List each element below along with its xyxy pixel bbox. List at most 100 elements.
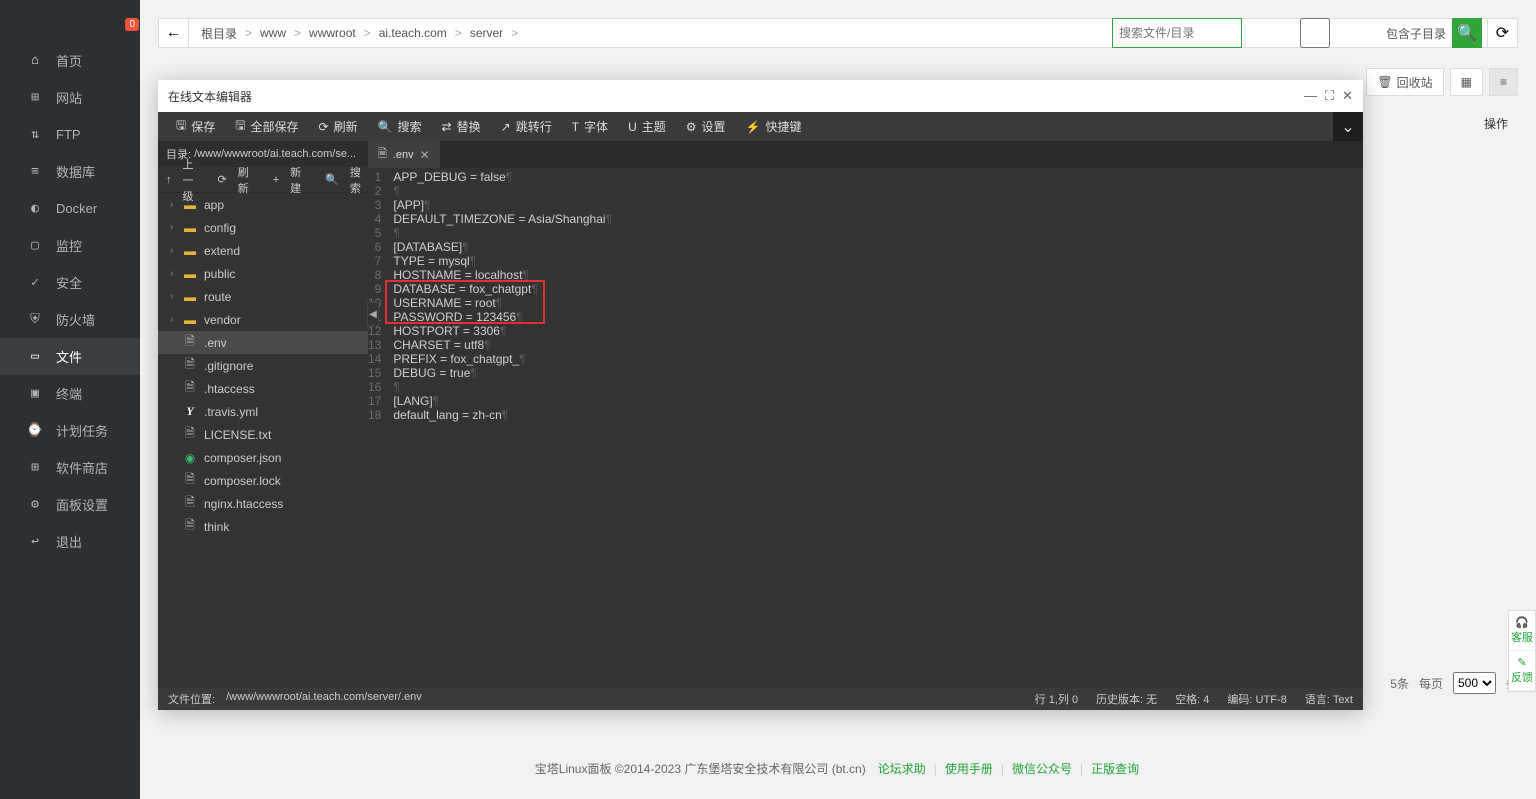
tab-close[interactable]: ✕ — [420, 148, 430, 162]
file-icon: 🗎 — [182, 470, 198, 491]
tree-item-extend[interactable]: ›▬extend — [158, 239, 368, 262]
code-line[interactable]: CHARSET = utf8¶ — [393, 338, 1363, 352]
collapse-tree[interactable]: ◀ — [367, 302, 379, 326]
grid-view-button[interactable]: ▦ — [1450, 68, 1483, 96]
editor-titlebar[interactable]: 在线文本编辑器 — ⛶ ✕ — [158, 80, 1363, 112]
crumb[interactable]: 根目录 — [201, 25, 237, 42]
code-line[interactable]: [LANG]¶ — [393, 394, 1363, 408]
footer-link[interactable]: 正版查询 — [1091, 762, 1139, 776]
tree-item-nginx.htaccess[interactable]: 🗎nginx.htaccess — [158, 492, 368, 515]
sidebar-item-文件[interactable]: ▭文件 — [0, 338, 140, 375]
toolbar-替换[interactable]: ⇄替换 — [432, 112, 491, 141]
code-line[interactable]: ¶ — [393, 184, 1363, 198]
float-feedback-btn[interactable]: ✎反馈 — [1509, 651, 1535, 691]
status-language[interactable]: 语言: Text — [1305, 691, 1353, 707]
footer-link[interactable]: 微信公众号 — [1012, 762, 1072, 776]
code-line[interactable]: ¶ — [393, 226, 1363, 240]
code-line[interactable]: PREFIX = fox_chatgpt_¶ — [393, 352, 1363, 366]
tree-item-label: app — [204, 198, 224, 212]
toolbar-全部保存[interactable]: 🖫全部保存 — [225, 112, 308, 141]
recycle-button[interactable]: 🗑回收站 — [1366, 68, 1443, 96]
tree-item-public[interactable]: ›▬public — [158, 262, 368, 285]
toolbar-快捷键[interactable]: ⚡快捷键 — [736, 112, 812, 141]
code-line[interactable]: USERNAME = root¶ — [393, 296, 1363, 310]
chevron-right-icon: › — [170, 222, 182, 233]
crumb[interactable]: server — [470, 26, 503, 40]
tree-item-.travis.yml[interactable]: Y.travis.yml — [158, 400, 368, 423]
footer-link[interactable]: 论坛求助 — [878, 762, 926, 776]
maximize-button[interactable]: ⛶ — [1325, 88, 1334, 104]
sidebar-item-Docker[interactable]: ◐Docker — [0, 190, 140, 227]
status-encoding[interactable]: 编码: UTF-8 — [1227, 691, 1286, 707]
nav-label: 安全 — [56, 273, 82, 292]
code-line[interactable]: ¶ — [393, 380, 1363, 394]
toolbar-more[interactable]: ⌄ — [1333, 112, 1363, 141]
float-service[interactable]: 🎧客服 — [1509, 611, 1535, 651]
code-line[interactable]: DATABASE = fox_chatgpt¶ — [393, 282, 1363, 296]
code-line[interactable]: HOSTPORT = 3306¶ — [393, 324, 1363, 338]
code-line[interactable]: HOSTNAME = localhost¶ — [393, 268, 1363, 282]
code-line[interactable]: [APP]¶ — [393, 198, 1363, 212]
toolbar-搜索[interactable]: 🔍搜索 — [368, 112, 432, 141]
tree-item-think[interactable]: 🗎think — [158, 515, 368, 538]
toolbar-主题[interactable]: U主题 — [618, 112, 676, 141]
code-line[interactable]: default_lang = zh-cn¶ — [393, 408, 1363, 422]
status-history[interactable]: 历史版本: 无 — [1096, 691, 1157, 707]
tree-item-composer.lock[interactable]: 🗎composer.lock — [158, 469, 368, 492]
sidebar-item-FTP[interactable]: ⇅FTP — [0, 116, 140, 153]
toolbar-跳转行[interactable]: ↗跳转行 — [491, 112, 562, 141]
code-line[interactable]: [DATABASE]¶ — [393, 240, 1363, 254]
close-button[interactable]: ✕ — [1342, 88, 1353, 104]
toolbar-刷新[interactable]: ⟳刷新 — [309, 112, 368, 141]
code-line[interactable]: PASSWORD = 123456¶ — [393, 310, 1363, 324]
sidebar-item-安全[interactable]: ✓安全 — [0, 264, 140, 301]
sidebar-item-防火墙[interactable]: ⛨防火墙 — [0, 301, 140, 338]
sidebar-item-终端[interactable]: ▣终端 — [0, 375, 140, 412]
crumb[interactable]: ai.teach.com — [379, 26, 447, 40]
notification-badge[interactable]: 0 — [125, 18, 139, 31]
toolbar-保存[interactable]: 🖫保存 — [166, 112, 225, 141]
tree-new[interactable]: +新建 — [265, 164, 317, 196]
sidebar-item-计划任务[interactable]: ⌚计划任务 — [0, 412, 140, 449]
status-rowcol: 行 1,列 0 — [1035, 691, 1078, 707]
toolbar-设置[interactable]: ⚙设置 — [676, 112, 736, 141]
crumb[interactable]: www — [260, 26, 286, 40]
footer-link[interactable]: 使用手册 — [945, 762, 993, 776]
tree-item-.env[interactable]: 🗎.env — [158, 331, 368, 354]
toolbar-字体[interactable]: T字体 — [562, 112, 618, 141]
code-line[interactable]: APP_DEBUG = false¶ — [393, 170, 1363, 184]
pager-select[interactable]: 500 — [1453, 672, 1496, 694]
code-line[interactable]: TYPE = mysql¶ — [393, 254, 1363, 268]
list-view-button[interactable]: ≡ — [1489, 68, 1518, 96]
crumb[interactable]: wwwroot — [309, 26, 356, 40]
tree-item-.htaccess[interactable]: 🗎.htaccess — [158, 377, 368, 400]
tree-item-config[interactable]: ›▬config — [158, 216, 368, 239]
sidebar-item-监控[interactable]: ▢监控 — [0, 227, 140, 264]
tree-item-vendor[interactable]: ›▬vendor — [158, 308, 368, 331]
sidebar-item-首页[interactable]: ⌂首页 — [0, 42, 140, 79]
code-line[interactable]: DEBUG = true¶ — [393, 366, 1363, 380]
tree-item-app[interactable]: ›▬app — [158, 193, 368, 216]
sidebar-item-软件商店[interactable]: ⊞软件商店 — [0, 449, 140, 486]
tree-item-composer.json[interactable]: ◉composer.json — [158, 446, 368, 469]
include-sub-checkbox[interactable] — [1250, 18, 1380, 48]
sidebar-item-网站[interactable]: ⊞网站 — [0, 79, 140, 116]
status-spaces[interactable]: 空格: 4 — [1175, 691, 1209, 707]
tree-item-.gitignore[interactable]: 🗎.gitignore — [158, 354, 368, 377]
tree-item-LICENSE.txt[interactable]: 🗎LICENSE.txt — [158, 423, 368, 446]
search-input[interactable] — [1112, 18, 1242, 48]
sidebar-item-数据库[interactable]: ≡数据库 — [0, 153, 140, 190]
tree-item-route[interactable]: ›▬route — [158, 285, 368, 308]
tab-env[interactable]: 🗎 .env ✕ — [368, 141, 440, 168]
include-sub-label: 包含子目录 — [1386, 25, 1446, 42]
code-line[interactable]: DEFAULT_TIMEZONE = Asia/Shanghai¶ — [393, 212, 1363, 226]
minimize-button[interactable]: — — [1304, 88, 1317, 104]
back-button[interactable]: ← — [159, 19, 189, 47]
sidebar-item-退出[interactable]: ↩退出 — [0, 523, 140, 560]
tree-refresh[interactable]: ⟳刷新 — [210, 164, 265, 196]
search-button[interactable]: 🔍 — [1452, 18, 1482, 48]
reload-button[interactable]: ⟳ — [1487, 19, 1517, 47]
trash-icon: 🗑 — [1377, 75, 1392, 89]
sidebar-item-面板设置[interactable]: ⚙面板设置 — [0, 486, 140, 523]
code-editor[interactable]: 123456789101112131415161718 APP_DEBUG = … — [368, 168, 1363, 688]
